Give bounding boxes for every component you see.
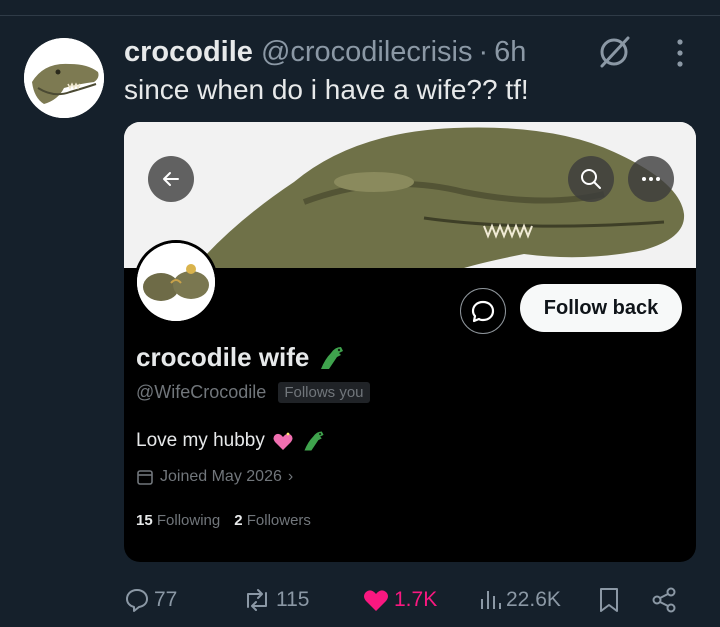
search-button[interactable] xyxy=(568,156,614,202)
follows-you-badge: Follows you xyxy=(278,382,370,403)
views-count: 22.6K xyxy=(506,588,561,611)
following-count: 15 xyxy=(136,512,153,529)
bookmark-button[interactable] xyxy=(596,580,622,620)
tweet-timestamp[interactable]: 6h xyxy=(494,36,526,69)
author-display-name[interactable]: crocodile xyxy=(124,36,253,69)
crocodile-emoji-icon xyxy=(304,431,324,451)
profile-more-button[interactable] xyxy=(628,156,674,202)
follow-back-button[interactable]: Follow back xyxy=(520,284,682,332)
chevron-right-icon: › xyxy=(287,468,294,485)
reply-count: 77 xyxy=(154,588,178,611)
views-icon xyxy=(481,591,501,609)
reply-button[interactable]: 77 xyxy=(124,580,177,620)
heart-emoji-icon xyxy=(273,432,293,450)
followers-stat[interactable]: 2 Followers xyxy=(234,512,311,529)
followers-label: Followers xyxy=(246,512,311,529)
following-label: Following xyxy=(156,512,221,529)
author-handle[interactable]: @crocodilecrisis xyxy=(261,36,473,69)
retweet-count: 115 xyxy=(276,588,310,611)
top-divider xyxy=(0,0,720,16)
separator-dot: · xyxy=(478,35,489,68)
tweet-text: since when do i have a wife?? tf! xyxy=(124,74,529,105)
profile-name-row: crocodile wife xyxy=(136,342,347,373)
message-icon xyxy=(471,300,495,323)
crocodile-emoji-icon xyxy=(321,346,344,369)
bio-text: Love my hubby xyxy=(136,430,265,451)
tweet-header: crocodile @crocodilecrisis · 6h xyxy=(124,32,526,72)
followers-count: 2 xyxy=(234,512,243,529)
retweet-icon xyxy=(247,589,267,611)
profile-bio: Love my hubby xyxy=(136,428,327,454)
joined-date: Joined May 2026 xyxy=(160,468,282,485)
like-icon xyxy=(364,590,388,611)
search-icon xyxy=(581,169,601,189)
profile-avatar[interactable] xyxy=(134,240,218,324)
like-count: 1.7K xyxy=(394,588,438,611)
profile-handle: @WifeCrocodile xyxy=(136,382,267,402)
joined-date-row: Joined May 2026 › xyxy=(136,468,293,486)
more-icon[interactable] xyxy=(668,36,692,70)
reply-icon xyxy=(126,589,148,612)
profile-name: crocodile wife xyxy=(136,342,310,372)
back-arrow-icon xyxy=(163,172,179,186)
calendar-icon xyxy=(137,470,153,485)
back-button[interactable] xyxy=(148,156,194,202)
follow-stats: 15 Following 2 Followers xyxy=(136,512,311,529)
profile-banner xyxy=(124,122,696,268)
retweet-button[interactable]: 115 xyxy=(242,580,309,620)
grok-icon[interactable] xyxy=(596,34,632,70)
views-button[interactable]: 22.6K xyxy=(478,580,561,620)
profile-handle-row: @WifeCrocodile Follows you xyxy=(136,382,370,403)
author-avatar[interactable] xyxy=(24,38,104,118)
like-button[interactable]: 1.7K xyxy=(362,580,437,620)
bookmark-icon xyxy=(600,588,618,612)
following-stat[interactable]: 15 Following xyxy=(136,512,220,529)
share-icon xyxy=(652,587,676,613)
tweet-action-bar: 77 115 1.7K 22.6K xyxy=(0,580,720,620)
ellipsis-icon xyxy=(642,177,660,181)
message-button[interactable] xyxy=(460,288,506,334)
share-button[interactable] xyxy=(650,580,678,620)
tweet-media-image[interactable]: Follow back crocodile wife @WifeCrocodil… xyxy=(124,122,696,562)
